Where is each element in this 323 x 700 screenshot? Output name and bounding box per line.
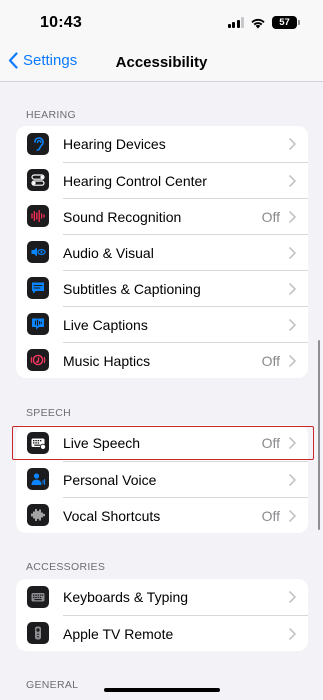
row-value: Off [261, 352, 280, 369]
live-captions-icon [27, 313, 49, 335]
row-label: Apple TV Remote [63, 625, 174, 642]
battery-icon: 57 [272, 16, 300, 29]
status-time: 10:43 [40, 14, 82, 31]
row-hearing-control-center[interactable]: Hearing Control Center [16, 162, 308, 198]
row-label: Subtitles & Captioning [63, 280, 201, 297]
waveform-icon [27, 205, 49, 227]
row-keyboards-typing[interactable]: Keyboards & Typing [16, 579, 308, 615]
chevron-right-icon [289, 591, 296, 603]
row-value: Off [261, 435, 280, 451]
chevron-right-icon [289, 174, 296, 187]
chevron-right-icon [289, 210, 296, 223]
row-label: Audio & Visual [63, 244, 154, 261]
row-hearing-devices[interactable]: Hearing Devices [16, 126, 308, 162]
wifi-icon [251, 18, 265, 28]
navigation-bar: Settings Accessibility [0, 46, 323, 82]
keyboard-speech-icon [27, 432, 49, 454]
row-value: Off [261, 208, 280, 225]
row-sound-recognition[interactable]: Sound Recognition Off [16, 198, 308, 234]
chevron-right-icon [289, 282, 296, 295]
page-title: Accessibility [115, 54, 208, 71]
keyboard-icon [27, 586, 49, 608]
row-label: Hearing Devices [63, 136, 166, 152]
row-subtitles-captioning[interactable]: Subtitles & Captioning [16, 270, 308, 306]
row-label: Music Haptics [63, 352, 151, 369]
ear-icon [27, 133, 49, 155]
chevron-right-icon [289, 473, 296, 486]
vocal-waveform-icon [27, 504, 49, 526]
row-audio-visual[interactable]: Audio & Visual [16, 234, 308, 270]
speaker-eye-icon [27, 241, 49, 263]
chevron-right-icon [289, 246, 296, 259]
status-bar: 10:43 57 [0, 0, 323, 46]
row-label: Live Captions [63, 316, 148, 333]
chevron-right-icon [289, 318, 296, 331]
chevron-right-icon [289, 627, 296, 640]
row-label: Sound Recognition [63, 208, 182, 225]
person-voice-icon [27, 468, 49, 490]
section-header-general: GENERAL [26, 679, 79, 691]
row-label: Personal Voice [63, 471, 157, 488]
remote-icon [27, 622, 49, 644]
home-indicator[interactable] [104, 688, 220, 692]
captions-icon [27, 277, 49, 299]
row-label: Vocal Shortcuts [63, 507, 161, 524]
music-haptics-icon [27, 349, 49, 371]
chevron-right-icon [289, 509, 296, 522]
scroll-indicator[interactable] [317, 340, 320, 530]
section-header-hearing: HEARING [26, 109, 76, 121]
group-hearing: Hearing Devices Hearing Control Center S… [16, 126, 308, 378]
section-header-accessories: ACCESSORIES [26, 561, 106, 573]
row-live-speech[interactable]: Live Speech Off [16, 425, 308, 461]
row-value: Off [261, 507, 280, 524]
chevron-right-icon [289, 138, 296, 150]
status-icons: 57 [227, 16, 300, 29]
row-label: Live Speech [63, 435, 141, 451]
group-speech: Live Speech Off Personal Voice Vocal Sho… [16, 425, 308, 533]
toggles-icon [27, 169, 49, 191]
cellular-signal-icon [227, 17, 244, 28]
row-personal-voice[interactable]: Personal Voice [16, 461, 308, 497]
group-accessories: Keyboards & Typing Apple TV Remote [16, 579, 308, 651]
chevron-right-icon [289, 354, 296, 367]
row-music-haptics[interactable]: Music Haptics Off [16, 342, 308, 378]
row-apple-tv-remote[interactable]: Apple TV Remote [16, 615, 308, 651]
row-label: Keyboards & Typing [63, 589, 189, 605]
chevron-right-icon [289, 437, 296, 449]
section-header-speech: SPEECH [26, 407, 71, 419]
battery-level: 57 [279, 17, 290, 28]
row-vocal-shortcuts[interactable]: Vocal Shortcuts Off [16, 497, 308, 533]
row-label: Hearing Control Center [63, 172, 207, 189]
row-live-captions[interactable]: Live Captions [16, 306, 308, 342]
